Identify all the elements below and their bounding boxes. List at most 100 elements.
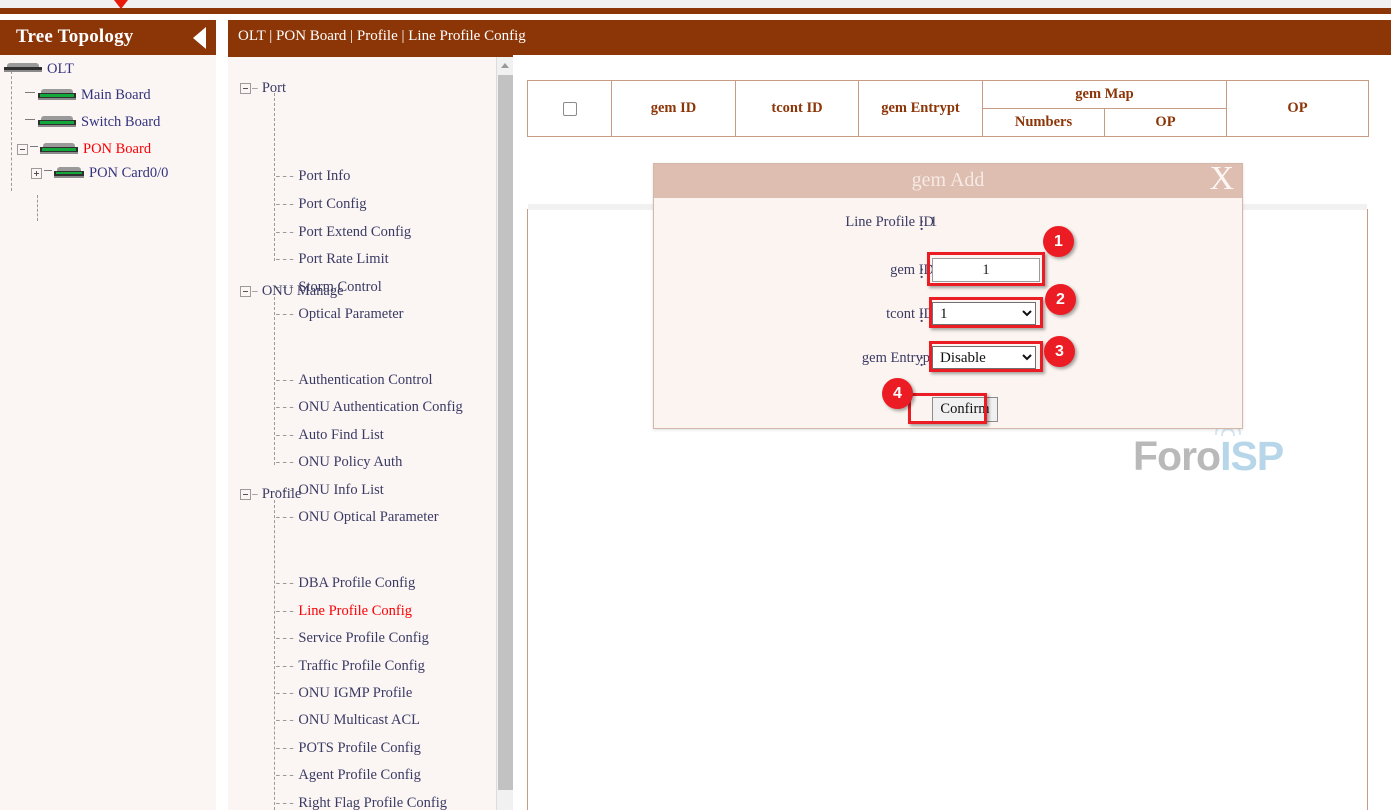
navigation-menu-panel: –Port ---Port Info ---Port Config ---Por… bbox=[228, 55, 513, 810]
tree-sub-trunk-line bbox=[37, 195, 38, 221]
menu-item-port-config[interactable]: ---Port Config bbox=[274, 195, 366, 213]
menu-item-onu-multicast-acl[interactable]: ---ONU Multicast ACL bbox=[274, 711, 420, 729]
tree-trunk-line bbox=[11, 71, 12, 191]
menu-item-label: ONU IGMP Profile bbox=[298, 685, 412, 701]
table-header-gem-map: gem Map bbox=[983, 81, 1227, 109]
menu-scrollbar-thumb[interactable] bbox=[498, 75, 513, 790]
plus-toggle-icon[interactable] bbox=[31, 168, 42, 179]
select-all-checkbox[interactable] bbox=[563, 102, 577, 116]
menu-item-onu-igmp-profile[interactable]: ---ONU IGMP Profile bbox=[274, 684, 412, 702]
menu-item-label: Optical Parameter bbox=[298, 306, 403, 322]
menu-item-agent-profile-config[interactable]: ---Agent Profile Config bbox=[274, 766, 421, 784]
tcont-id-label: tcont ID bbox=[674, 306, 934, 323]
line-profile-id-label: Line Profile ID bbox=[674, 214, 934, 231]
minus-toggle-icon[interactable] bbox=[240, 286, 251, 297]
tree-item-pon-board[interactable]: PON Board bbox=[40, 140, 151, 160]
menu-item-label: ONU Info List bbox=[298, 482, 383, 498]
menu-item-onu-optical-parameter[interactable]: ---ONU Optical Parameter bbox=[274, 508, 439, 526]
top-strip bbox=[0, 0, 1391, 14]
menu-item-port-info[interactable]: ---Port Info bbox=[274, 167, 350, 185]
menu-item-label: POTS Profile Config bbox=[298, 740, 420, 756]
tree-item-label: OLT bbox=[47, 61, 74, 77]
annotation-badge-2: 2 bbox=[1045, 284, 1076, 315]
gem-entrypt-select[interactable]: Disable bbox=[932, 346, 1036, 369]
collapse-left-icon[interactable] bbox=[193, 27, 206, 49]
device-board-icon bbox=[40, 143, 78, 155]
confirm-button[interactable]: Confirm bbox=[932, 397, 998, 422]
foroisp-watermark: ForoISP bbox=[1133, 433, 1283, 480]
table-header-op: OP bbox=[1227, 81, 1369, 137]
table-header-gem-map-numbers: Numbers bbox=[983, 109, 1105, 137]
minus-toggle-icon[interactable] bbox=[17, 144, 28, 155]
tree-toggle-pon-board[interactable] bbox=[17, 140, 28, 160]
confirm-row: Confirm bbox=[654, 397, 1242, 427]
menu-item-traffic-profile-config[interactable]: ---Traffic Profile Config bbox=[274, 657, 425, 675]
tree-item-label: Main Board bbox=[81, 87, 151, 103]
menu-item-label: Right Flag Profile Config bbox=[298, 795, 447, 810]
gem-table: gem ID tcont ID gem Entrypt gem Map OP N… bbox=[527, 80, 1369, 137]
navigation-menu-inner: –Port ---Port Info ---Port Config ---Por… bbox=[228, 57, 496, 810]
content-header: OLT | PON Board | Profile | Line Profile… bbox=[228, 20, 1391, 55]
device-board-icon bbox=[38, 89, 76, 101]
menu-scrollbar[interactable] bbox=[496, 57, 513, 810]
tree-item-label: PON Board bbox=[83, 141, 151, 157]
device-board-icon bbox=[38, 116, 76, 128]
menu-group-port[interactable]: –Port bbox=[240, 79, 286, 97]
table-header-gem-entrypt: gem Entrypt bbox=[859, 81, 983, 137]
field-colon: ： bbox=[918, 306, 933, 327]
table-header-gem-map-op: OP bbox=[1105, 109, 1227, 137]
menu-item-port-rate-limit[interactable]: ---Port Rate Limit bbox=[274, 250, 389, 268]
tree-connector bbox=[30, 146, 38, 147]
tree-topology-title: Tree Topology bbox=[16, 26, 134, 48]
menu-item-label: ONU Authentication Config bbox=[298, 399, 462, 415]
modal-title-bar: gem Add X bbox=[654, 164, 1242, 198]
menu-item-label: ONU Optical Parameter bbox=[298, 509, 438, 525]
menu-item-service-profile-config[interactable]: ---Service Profile Config bbox=[274, 629, 429, 647]
menu-item-label: Port Info bbox=[298, 168, 350, 184]
menu-item-onu-policy-auth[interactable]: ---ONU Policy Auth bbox=[274, 453, 402, 471]
annotation-badge-3: 3 bbox=[1044, 336, 1075, 367]
menu-item-dba-profile-config[interactable]: ---DBA Profile Config bbox=[274, 574, 415, 592]
line-profile-id-value: 1 bbox=[930, 214, 937, 231]
table-header-select-all bbox=[528, 81, 612, 137]
red-triangle-down-icon bbox=[114, 0, 128, 9]
menu-item-port-extend-config[interactable]: ---Port Extend Config bbox=[274, 223, 411, 241]
menu-item-auto-find-list[interactable]: ---Auto Find List bbox=[274, 426, 384, 444]
table-header-tcont-id: tcont ID bbox=[736, 81, 859, 137]
menu-item-line-profile-config[interactable]: ---Line Profile Config bbox=[274, 602, 412, 620]
tree-connector bbox=[25, 92, 35, 93]
tree-item-pon-card[interactable]: PON Card0/0 bbox=[54, 164, 168, 184]
menu-group-line bbox=[274, 500, 275, 810]
close-icon[interactable]: X bbox=[1209, 159, 1234, 199]
menu-item-authentication-control[interactable]: ---Authentication Control bbox=[274, 371, 433, 389]
tree-item-olt[interactable]: OLT bbox=[4, 60, 74, 80]
tree-topology-body: OLT Main Board Switch Board bbox=[0, 55, 216, 810]
menu-item-label: Authentication Control bbox=[298, 372, 432, 388]
menu-item-pots-profile-config[interactable]: ---POTS Profile Config bbox=[274, 739, 421, 757]
gem-id-row: gem ID ： bbox=[654, 258, 1242, 288]
tcont-id-select[interactable]: 1 bbox=[932, 302, 1036, 325]
annotation-badge-1: 1 bbox=[1043, 226, 1074, 257]
scroll-up-icon[interactable] bbox=[497, 57, 514, 74]
menu-group-profile[interactable]: –Profile bbox=[240, 485, 301, 503]
menu-group-onu-manage[interactable]: –ONU Manage bbox=[240, 282, 344, 300]
menu-item-optical-parameter[interactable]: ---Optical Parameter bbox=[274, 305, 403, 323]
menu-group-label: Profile bbox=[262, 486, 301, 502]
minus-toggle-icon[interactable] bbox=[240, 83, 251, 94]
tree-item-switch-board[interactable]: Switch Board bbox=[38, 113, 160, 133]
tree-item-label: Switch Board bbox=[81, 114, 160, 130]
annotation-badge-4: 4 bbox=[882, 378, 913, 409]
menu-item-label: ONU Policy Auth bbox=[298, 454, 402, 470]
menu-item-label: Port Extend Config bbox=[298, 224, 411, 240]
tree-toggle-pon-card[interactable] bbox=[31, 164, 42, 184]
tree-item-label: PON Card0/0 bbox=[89, 165, 168, 181]
watermark-part2: ISP bbox=[1220, 433, 1283, 479]
tree-item-main-board[interactable]: Main Board bbox=[38, 86, 151, 106]
field-colon: ： bbox=[918, 350, 933, 371]
menu-item-right-flag-profile-config[interactable]: ---Right Flag Profile Config bbox=[274, 794, 447, 810]
gem-id-input[interactable] bbox=[932, 258, 1040, 282]
menu-item-label: Agent Profile Config bbox=[298, 767, 420, 783]
minus-toggle-icon[interactable] bbox=[240, 489, 251, 500]
menu-item-onu-authentication-config[interactable]: ---ONU Authentication Config bbox=[274, 398, 463, 416]
tree-connector bbox=[44, 170, 52, 171]
